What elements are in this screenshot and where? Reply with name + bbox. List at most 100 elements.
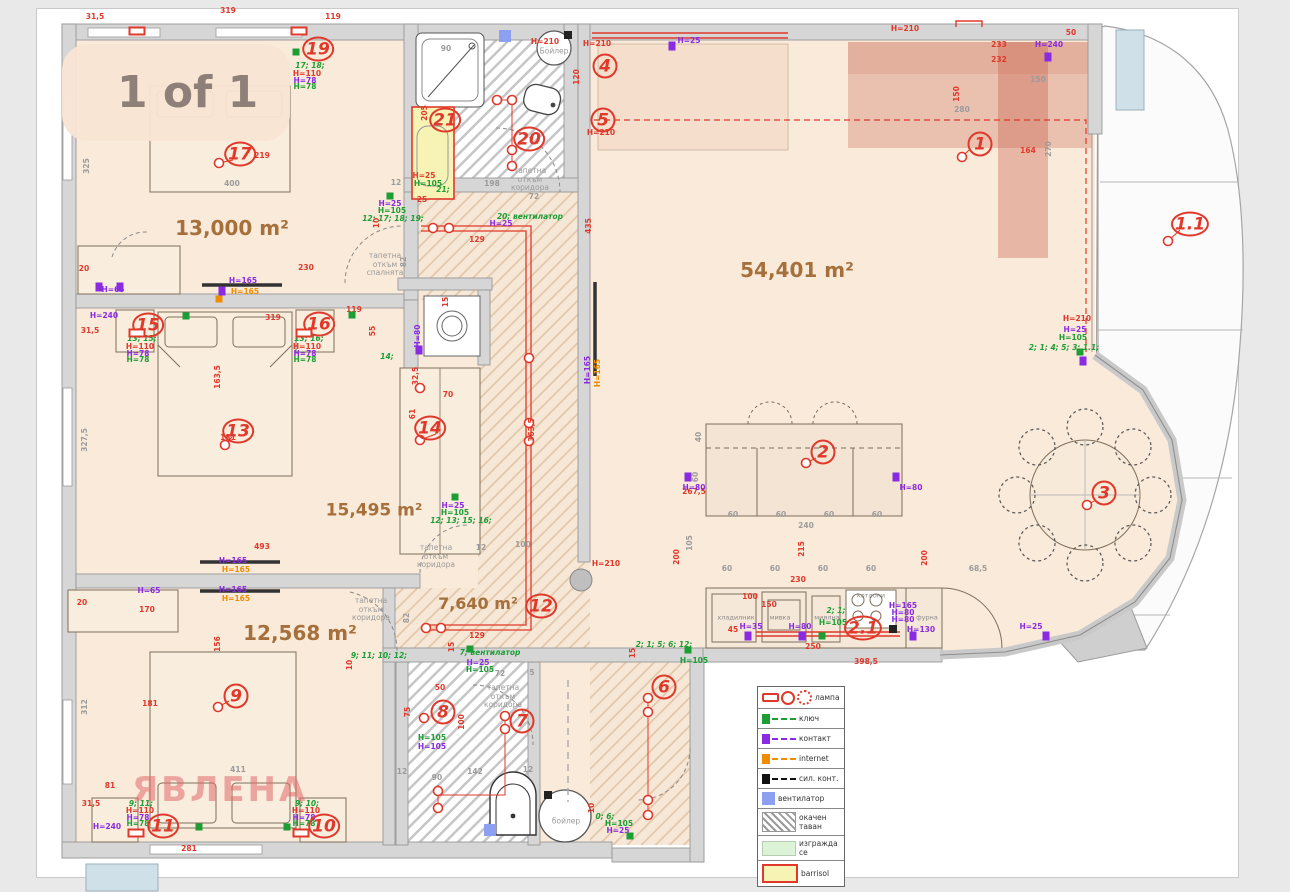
height-label: H=105 [466,666,494,674]
internet-legend-icon [762,754,796,764]
height-label: H=78 [127,820,150,828]
dimension-label: 31,5 [81,327,100,335]
height-label: H=210 [1063,315,1091,323]
socket-icon [745,632,752,641]
dimension-label: 100 [515,541,531,549]
dimension-label: 150 [761,601,777,609]
legend-label: сил. конт. [799,774,838,783]
legend-label: окачен таван [799,813,827,831]
socket-icon [416,346,423,355]
socket-legend-icon [762,734,796,744]
power-icon [564,31,572,39]
dimension-label: 100 [742,593,758,601]
note-label: тапетна откъм коридора [417,544,455,570]
legend-label: ключ [799,714,819,723]
dimension-label: 129 [469,632,485,640]
legend-row-build: изгражда се [758,836,844,861]
dimension-label: 319 [220,7,236,15]
dimension-label: 5 [529,669,534,677]
socket-icon [1045,53,1052,62]
height-label: H=78 [127,356,150,364]
dimension-label: 170 [139,606,155,614]
dimension-label: 25 [417,196,427,204]
switch-icon [387,193,394,200]
appliance-label: фурна [916,614,938,621]
socket-icon [96,283,103,292]
lamp-marker-14: 14 [414,416,446,441]
dimension-label: 12 [391,179,401,187]
appliance-label: хладилник [717,614,754,621]
socket-icon [799,632,806,641]
page-count-label: 1 of 1 [62,67,258,118]
note-label: тапетна откъм коридора [484,684,522,710]
floor-plan: 1 of 1 ЯВЛЕНА лампаключконтактinternetси… [0,0,1290,892]
appliance-label: мивка [770,614,791,621]
legend-label: internet [799,754,829,763]
note-label: тапетна откъм коридора [511,167,549,193]
wall-lamp-icon [128,829,145,838]
dimension-label: 181 [142,700,158,708]
dimension-label: 72 [529,193,539,201]
dimension-label: 105 [686,535,694,551]
wall-lamp-icon [296,329,313,338]
socket-icon [669,42,676,51]
dimension-label: 72 [495,670,505,678]
dimension-label: 20 [77,599,87,607]
lamp-marker-13: 13 [222,419,254,444]
wall-lamp-icon [293,829,310,838]
appliance-label: котлони [857,592,885,599]
dimension-label: 233 [991,41,1007,49]
dimension-label: 156 [214,636,222,652]
note-label: тапетна откъм спалнята [367,252,404,278]
dimension-label: 32,5 [412,367,420,386]
dimension-label: 230 [298,264,314,272]
legend-box: лампаключконтактinternetсил. конт.вентил… [757,686,845,887]
switch-group-label: 12; 13; 15; 16; [430,517,492,525]
height-label: H=80 [683,484,706,492]
dimension-label: 50 [1066,29,1076,37]
dimension-label: 45 [728,626,738,634]
dimension-label: 90 [441,45,451,53]
watermark: ЯВЛЕНА [132,770,308,810]
height-label: H=165 [229,277,257,285]
legend-label: barrisol [801,869,829,878]
switch-icon [627,833,634,840]
build-legend-icon [762,841,796,856]
legend-label: вентилатор [778,794,824,803]
lamp-marker-5: 5 [591,108,616,133]
height-label: H=210 [531,38,559,46]
switch-icon [819,633,826,640]
dimension-label: 319 [265,314,281,322]
room-area-label: 13,000 m² [175,217,289,239]
note-label: бойлер [552,818,580,827]
dimension-label: 250 [805,643,821,651]
height-label: H=165 [594,359,602,387]
height-label: H=80 [900,484,923,492]
dimension-label: 20 [79,265,89,273]
appliance-label: миялна [814,614,839,621]
lamp-marker-12: 12 [525,594,557,619]
height-label: H=105 [418,734,446,742]
dimension-label: 68,5 [969,565,988,573]
dimension-label: 215 [798,541,806,557]
height-label: H=35 [740,623,763,631]
switch-group-label: 0; 6; [595,813,614,821]
switch-group-label: 14; [380,353,393,361]
dimension-label: 205 [421,105,429,121]
dimension-label: 129 [469,236,485,244]
dimension-label: 280 [954,106,970,114]
height-label: H=165 [222,595,250,603]
lamp-marker-1.1: 1.1 [1171,212,1209,237]
dimension-label: 219 [254,152,270,160]
height-label: H=78 [294,83,317,91]
room-area-label: 54,401 m² [740,259,854,281]
height-label: H=80 [789,623,812,631]
socket-icon [893,473,900,482]
height-label: H=65 [138,587,161,595]
power-icon [889,625,897,633]
legend-label: лампа [815,693,840,702]
switch-icon [183,313,190,320]
dimension-label: 363,5 [528,418,536,442]
dimension-label: 82 [403,613,411,623]
socket-icon [219,287,226,296]
